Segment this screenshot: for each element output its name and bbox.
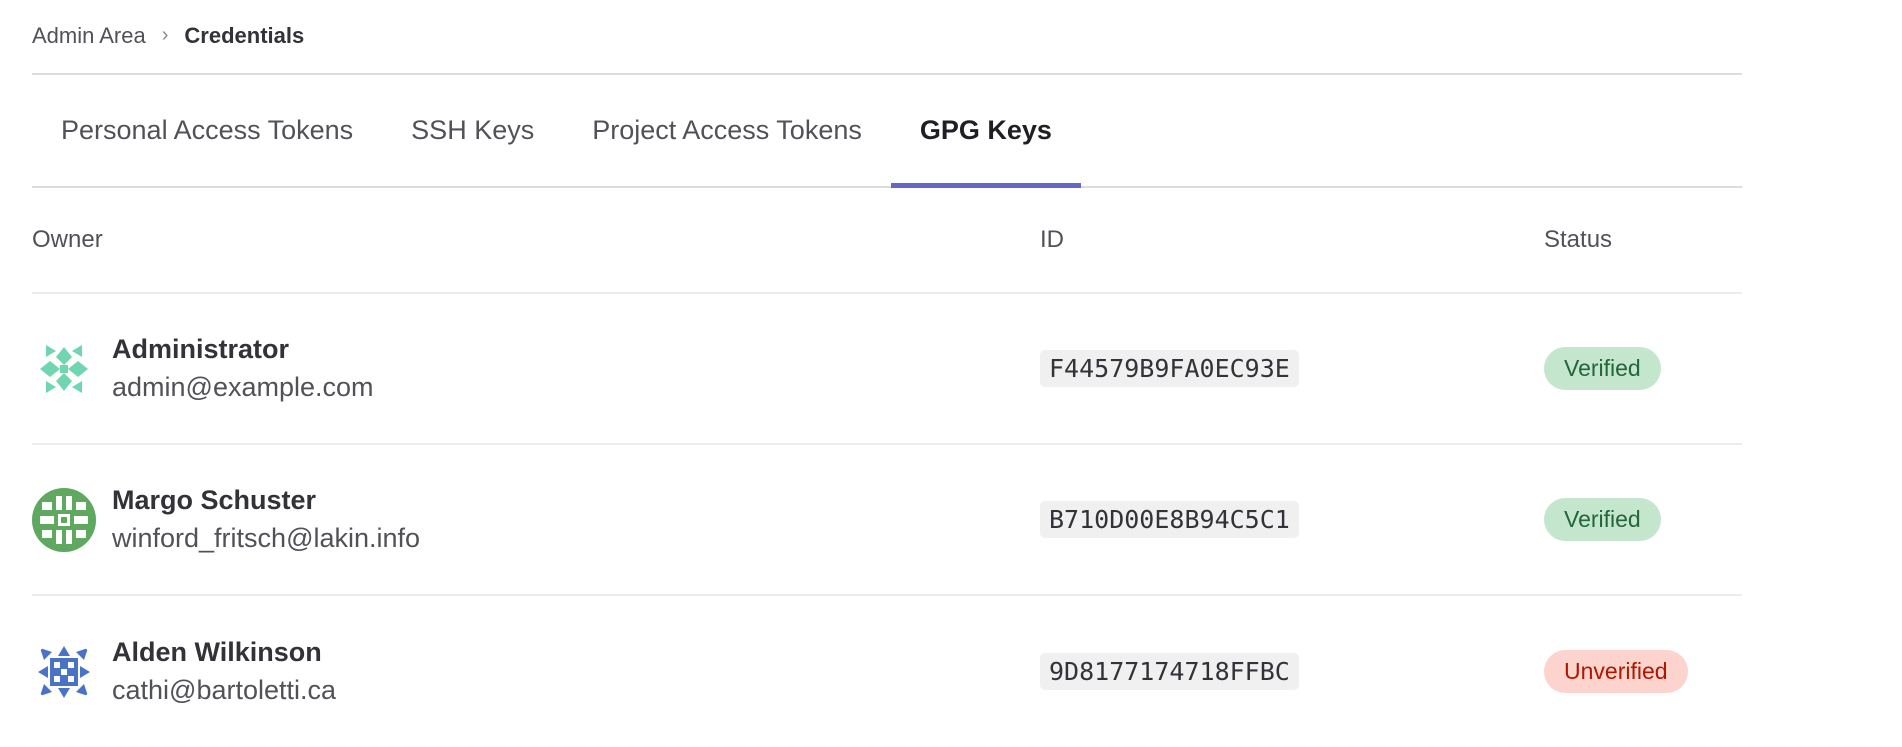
breadcrumb-credentials: Credentials bbox=[184, 22, 305, 48]
tab-project-access-tokens[interactable]: Project Access Tokens bbox=[563, 75, 891, 186]
credentials-page: Admin Area › Credentials Personal Access… bbox=[32, 0, 1742, 747]
owner-name[interactable]: Alden Wilkinson bbox=[112, 634, 336, 670]
status-badge: Verified bbox=[1544, 347, 1661, 390]
owner-cell: Alden Wilkinson cathi@bartoletti.ca bbox=[32, 634, 1040, 710]
column-header-status: Status bbox=[1544, 226, 1613, 253]
key-id-cell: F44579B9FA0EC93E bbox=[1040, 350, 1544, 387]
owner-cell: Margo Schuster winford_fritsch@lakin.inf… bbox=[32, 482, 1040, 558]
tab-gpg-keys[interactable]: GPG Keys bbox=[890, 75, 1081, 188]
owner-email: cathi@bartoletti.ca bbox=[112, 674, 337, 705]
credentials-tabs: Personal Access Tokens SSH Keys Project … bbox=[32, 75, 1742, 188]
key-id-cell: 9D8177174718FFBC bbox=[1040, 653, 1544, 690]
status-cell: Unverified bbox=[1544, 650, 1742, 693]
table-row: Margo Schuster winford_fritsch@lakin.inf… bbox=[32, 445, 1742, 596]
chevron-right-icon: › bbox=[161, 24, 169, 46]
identicon-teal-icon[interactable] bbox=[32, 336, 96, 401]
gpg-key-id: 9D8177174718FFBC bbox=[1040, 653, 1299, 690]
status-badge: Unverified bbox=[1544, 650, 1688, 693]
status-badge: Verified bbox=[1544, 498, 1661, 541]
owner-email: winford_fritsch@lakin.info bbox=[112, 522, 421, 553]
key-id-cell: B710D00E8B94C5C1 bbox=[1040, 501, 1544, 538]
column-header-id: ID bbox=[1040, 226, 1064, 253]
status-cell: Verified bbox=[1544, 498, 1742, 541]
identicon-green-icon[interactable] bbox=[32, 487, 96, 552]
table-header: Owner ID Status bbox=[32, 188, 1742, 294]
column-header-owner: Owner bbox=[32, 226, 103, 253]
table-row: Alden Wilkinson cathi@bartoletti.ca 9D81… bbox=[32, 596, 1742, 747]
breadcrumb-admin-area[interactable]: Admin Area bbox=[32, 23, 146, 49]
owner-name[interactable]: Administrator bbox=[112, 331, 374, 367]
owner-name[interactable]: Margo Schuster bbox=[112, 482, 420, 518]
table-row: Administrator admin@example.com F44579B9… bbox=[32, 294, 1742, 445]
owner-email: admin@example.com bbox=[112, 371, 374, 402]
status-cell: Verified bbox=[1544, 347, 1742, 390]
gpg-keys-table: Owner ID Status Administrator admin@exam… bbox=[32, 188, 1742, 747]
owner-cell: Administrator admin@example.com bbox=[32, 331, 1040, 407]
gpg-key-id: B710D00E8B94C5C1 bbox=[1040, 501, 1299, 538]
breadcrumb: Admin Area › Credentials bbox=[32, 0, 1742, 75]
tab-ssh-keys[interactable]: SSH Keys bbox=[382, 75, 563, 186]
identicon-blue-icon[interactable] bbox=[32, 639, 96, 704]
gpg-key-id: F44579B9FA0EC93E bbox=[1040, 350, 1299, 387]
tab-personal-access-tokens[interactable]: Personal Access Tokens bbox=[32, 75, 382, 186]
